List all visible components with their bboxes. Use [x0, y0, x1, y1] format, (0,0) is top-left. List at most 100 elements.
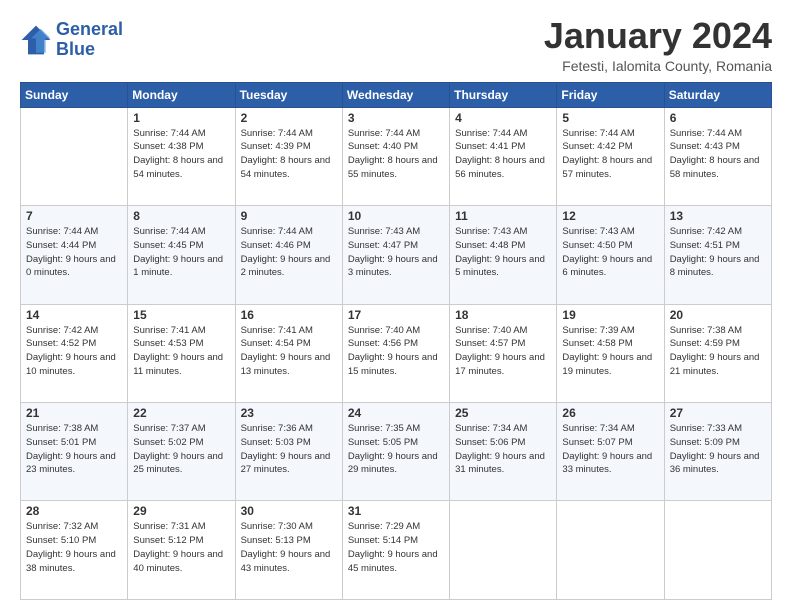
- day-info: Sunrise: 7:34 AMSunset: 5:06 PMDaylight:…: [455, 422, 551, 477]
- day-info: Sunrise: 7:30 AMSunset: 5:13 PMDaylight:…: [241, 520, 337, 575]
- day-info: Sunrise: 7:44 AMSunset: 4:41 PMDaylight:…: [455, 127, 551, 182]
- day-cell: 15Sunrise: 7:41 AMSunset: 4:53 PMDayligh…: [128, 304, 235, 402]
- day-info: Sunrise: 7:43 AMSunset: 4:48 PMDaylight:…: [455, 225, 551, 280]
- sunrise-text: Sunrise: 7:44 AM: [348, 128, 420, 139]
- daylight-text: Daylight: 9 hours and 17 minutes.: [455, 352, 545, 377]
- daylight-text: Daylight: 8 hours and 56 minutes.: [455, 155, 545, 180]
- sunset-text: Sunset: 4:39 PM: [241, 141, 311, 152]
- daylight-text: Daylight: 9 hours and 43 minutes.: [241, 549, 331, 574]
- sunrise-text: Sunrise: 7:43 AM: [348, 226, 420, 237]
- day-number: 7: [26, 209, 122, 223]
- day-number: 4: [455, 111, 551, 125]
- day-cell: 29Sunrise: 7:31 AMSunset: 5:12 PMDayligh…: [128, 501, 235, 600]
- daylight-text: Daylight: 9 hours and 3 minutes.: [348, 254, 438, 279]
- day-cell: 5Sunrise: 7:44 AMSunset: 4:42 PMDaylight…: [557, 107, 664, 205]
- sunrise-text: Sunrise: 7:42 AM: [670, 226, 742, 237]
- daylight-text: Daylight: 8 hours and 55 minutes.: [348, 155, 438, 180]
- sunset-text: Sunset: 5:02 PM: [133, 437, 203, 448]
- day-info: Sunrise: 7:29 AMSunset: 5:14 PMDaylight:…: [348, 520, 444, 575]
- sunset-text: Sunset: 4:48 PM: [455, 240, 525, 251]
- daylight-text: Daylight: 9 hours and 10 minutes.: [26, 352, 116, 377]
- day-info: Sunrise: 7:44 AMSunset: 4:38 PMDaylight:…: [133, 127, 229, 182]
- day-info: Sunrise: 7:38 AMSunset: 4:59 PMDaylight:…: [670, 324, 766, 379]
- day-info: Sunrise: 7:41 AM Sunset: 4:53 PM Daylight:…: [133, 324, 229, 379]
- daylight-text: Daylight: 9 hours and 38 minutes.: [26, 549, 116, 574]
- daylight-text: Daylight: 9 hours and 0 minutes.: [26, 254, 116, 279]
- day-number: 30: [241, 504, 337, 518]
- col-monday: Monday: [128, 82, 235, 107]
- sunrise-text: Sunrise: 7:34 AM: [562, 423, 634, 434]
- sunrise-text: Sunrise: 7:44 AM: [455, 128, 527, 139]
- week-row-3: 21Sunrise: 7:38 AMSunset: 5:01 PMDayligh…: [21, 403, 772, 501]
- day-cell: 30 Sunrise: 7:30 AMSunset: 5:13 PMDayligh…: [235, 501, 342, 600]
- sunset-text: Sunset: 5:12 PM: [133, 535, 203, 546]
- day-info: Sunrise: 7:41 AMSunset: 4:54 PMDaylight:…: [241, 324, 337, 379]
- daylight-text: Daylight: 9 hours and 25 minutes.: [133, 451, 223, 476]
- day-cell: [557, 501, 664, 600]
- sunrise-text: Sunrise: 7:41 AM: [133, 325, 205, 336]
- sunrise-text: Sunrise: 7:40 AM: [348, 325, 420, 336]
- day-cell: 16Sunrise: 7:41 AMSunset: 4:54 PMDayligh…: [235, 304, 342, 402]
- daylight-text: Daylight: 9 hours and 27 minutes.: [241, 451, 331, 476]
- day-info: Sunrise: 7:37 AM Sunset: 5:02 PM Daylight:…: [133, 422, 229, 477]
- sunrise-text: Sunrise: 7:42 AM: [26, 325, 98, 336]
- day-number: 27: [670, 406, 766, 420]
- daylight-text: Daylight: 9 hours and 11 minutes.: [133, 352, 223, 377]
- day-cell: 3Sunrise: 7:44 AMSunset: 4:40 PMDaylight…: [342, 107, 449, 205]
- day-cell: 27Sunrise: 7:33 AMSunset: 5:09 PMDayligh…: [664, 403, 771, 501]
- day-info: Sunrise: 7:44 AMSunset: 4:45 PMDaylight:…: [133, 225, 229, 280]
- day-cell: 18 Sunrise: 7:40 AMSunset: 4:57 PMDayligh…: [450, 304, 557, 402]
- day-number: 13: [670, 209, 766, 223]
- daylight-text: Daylight: 8 hours and 58 minutes.: [670, 155, 760, 180]
- sunrise-text: Sunrise: 7:31 AM: [133, 521, 205, 532]
- sunrise-text: Sunrise: 7:37 AM: [133, 423, 205, 434]
- sunset-text: Sunset: 4:45 PM: [133, 240, 203, 251]
- sunset-text: Sunset: 4:57 PM: [455, 338, 525, 349]
- daylight-text: Daylight: 9 hours and 5 minutes.: [455, 254, 545, 279]
- sunrise-text: Sunrise: 7:30 AM: [241, 521, 313, 532]
- day-number: 19: [562, 308, 658, 322]
- day-info: Sunrise: 7:40 AMSunset: 4:57 PMDaylight:…: [455, 324, 551, 379]
- day-info: Sunrise: 7:44 AMSunset: 4:43 PMDaylight:…: [670, 127, 766, 182]
- day-cell: 7Sunrise: 7:44 AMSunset: 4:44 PMDaylight…: [21, 206, 128, 304]
- sunrise-text: Sunrise: 7:44 AM: [241, 226, 313, 237]
- day-number: 23: [241, 406, 337, 420]
- day-number: 18: [455, 308, 551, 322]
- daylight-text: Daylight: 9 hours and 33 minutes.: [562, 451, 652, 476]
- daylight-text: Daylight: 8 hours and 54 minutes.: [133, 155, 223, 180]
- daylight-text: Daylight: 9 hours and 19 minutes.: [562, 352, 652, 377]
- logo-icon: [20, 24, 52, 56]
- day-cell: 25Sunrise: 7:34 AMSunset: 5:06 PMDayligh…: [450, 403, 557, 501]
- day-info: Sunrise: 7:44 AMSunset: 4:40 PMDaylight:…: [348, 127, 444, 182]
- location-subtitle: Fetesti, Ialomita County, Romania: [544, 58, 772, 74]
- day-cell: 6Sunrise: 7:44 AMSunset: 4:43 PMDaylight…: [664, 107, 771, 205]
- sunset-text: Sunset: 5:06 PM: [455, 437, 525, 448]
- sunrise-text: Sunrise: 7:38 AM: [670, 325, 742, 336]
- day-cell: 28Sunrise: 7:32 AMSunset: 5:10 PMDayligh…: [21, 501, 128, 600]
- day-number: 22: [133, 406, 229, 420]
- day-cell: 13Sunrise: 7:42 AMSunset: 4:51 PMDayligh…: [664, 206, 771, 304]
- day-number: 2: [241, 111, 337, 125]
- daylight-text: Daylight: 9 hours and 40 minutes.: [133, 549, 223, 574]
- col-wednesday: Wednesday: [342, 82, 449, 107]
- sunset-text: Sunset: 5:10 PM: [26, 535, 96, 546]
- sunrise-text: Sunrise: 7:44 AM: [241, 128, 313, 139]
- day-cell: 11Sunrise: 7:43 AMSunset: 4:48 PMDayligh…: [450, 206, 557, 304]
- day-number: 14: [26, 308, 122, 322]
- calendar-table: Sunday Monday Tuesday Wednesday Thursday…: [20, 82, 772, 600]
- daylight-text: Daylight: 9 hours and 23 minutes.: [26, 451, 116, 476]
- title-area: January 2024 Fetesti, Ialomita County, R…: [544, 16, 772, 74]
- sunrise-text: Sunrise: 7:44 AM: [26, 226, 98, 237]
- day-cell: [21, 107, 128, 205]
- daylight-text: Daylight: 9 hours and 31 minutes.: [455, 451, 545, 476]
- day-number: 24: [348, 406, 444, 420]
- day-info: Sunrise: 7:44 AMSunset: 4:39 PMDaylight:…: [241, 127, 337, 182]
- sunset-text: Sunset: 4:43 PM: [670, 141, 740, 152]
- day-cell: 2Sunrise: 7:44 AMSunset: 4:39 PMDaylight…: [235, 107, 342, 205]
- daylight-text: Daylight: 9 hours and 8 minutes.: [670, 254, 760, 279]
- day-cell: 9Sunrise: 7:44 AMSunset: 4:46 PMDaylight…: [235, 206, 342, 304]
- sunset-text: Sunset: 4:53 PM: [133, 338, 203, 349]
- sunset-text: Sunset: 5:03 PM: [241, 437, 311, 448]
- day-cell: 10Sunrise: 7:43 AMSunset: 4:47 PMDayligh…: [342, 206, 449, 304]
- week-row-1: 7Sunrise: 7:44 AMSunset: 4:44 PMDaylight…: [21, 206, 772, 304]
